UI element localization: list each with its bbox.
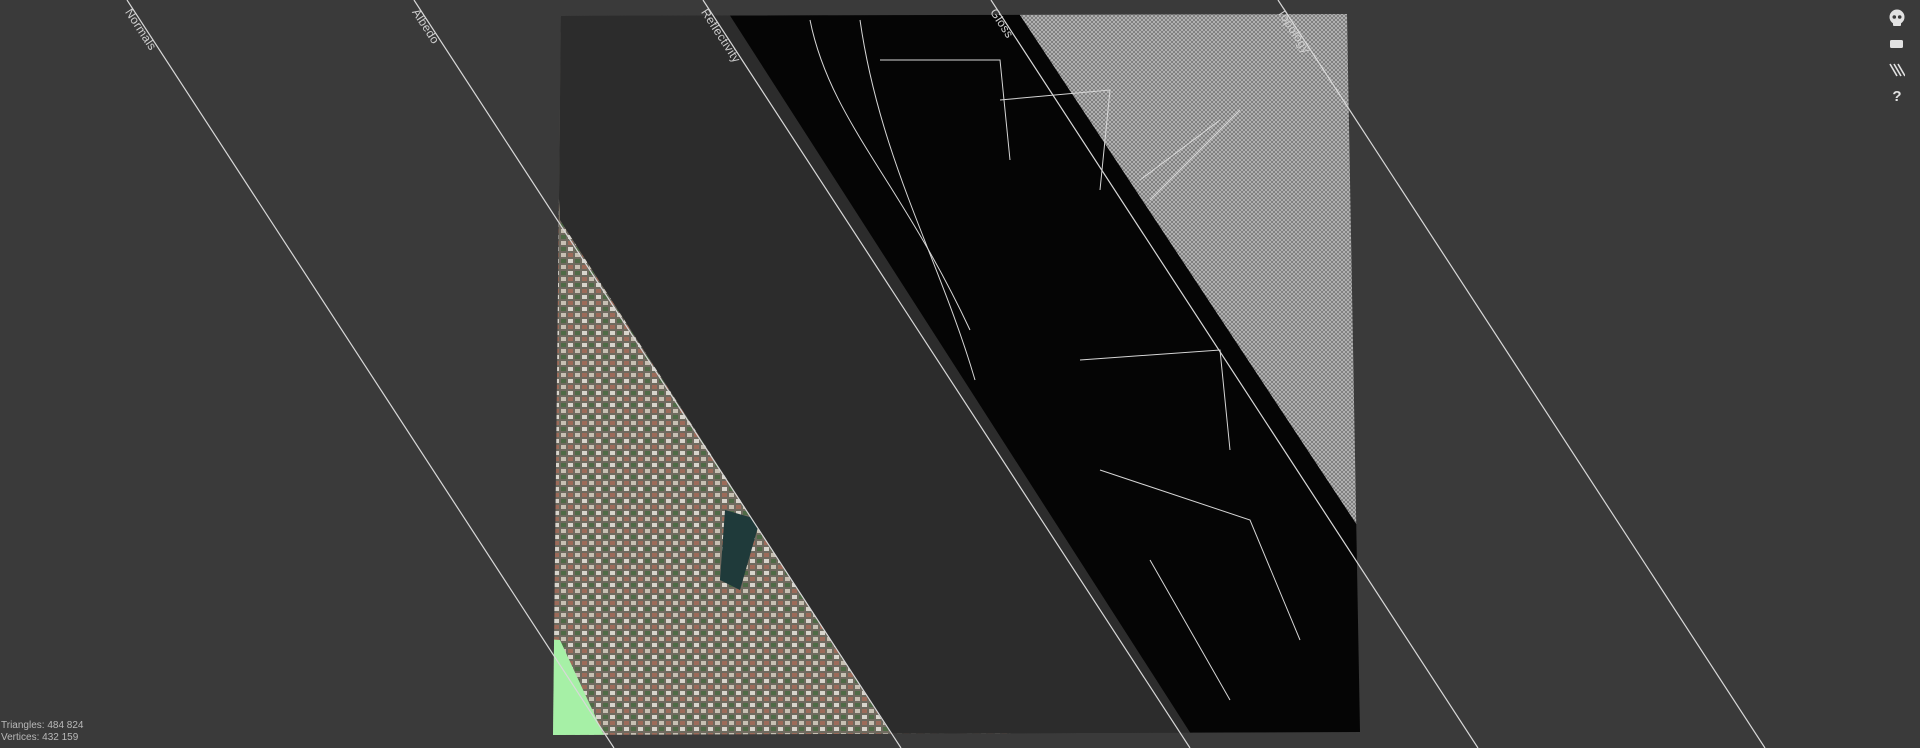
vertices-value: 432 159 <box>42 732 79 743</box>
map-mesh <box>553 14 1360 735</box>
model-render <box>126 0 1766 748</box>
triangles-value: 484 824 <box>47 720 84 731</box>
help-button[interactable]: ? <box>1884 84 1910 108</box>
mesh-stats: Triangles: 484 824 Vertices: 432 159 <box>1 720 83 744</box>
rectangle-icon <box>1890 40 1903 48</box>
rectangle-button[interactable] <box>1884 32 1910 56</box>
vertices-stat: Vertices: 432 159 <box>1 732 83 744</box>
skull-icon <box>1889 9 1905 26</box>
triangles-label: Triangles: <box>1 720 45 731</box>
3d-viewport[interactable]: Normals Albedo Reflectivity Gloss Topolo… <box>0 0 1920 748</box>
skull-button[interactable] <box>1884 6 1910 30</box>
stripes-button[interactable] <box>1884 58 1910 82</box>
normals-region <box>553 600 610 735</box>
triangles-stat: Triangles: 484 824 <box>1 720 83 732</box>
viewer-toolbar: ? <box>1882 6 1912 110</box>
help-icon: ? <box>1892 87 1902 105</box>
vertices-label: Vertices: <box>1 732 40 743</box>
stripes-icon <box>1889 63 1905 77</box>
